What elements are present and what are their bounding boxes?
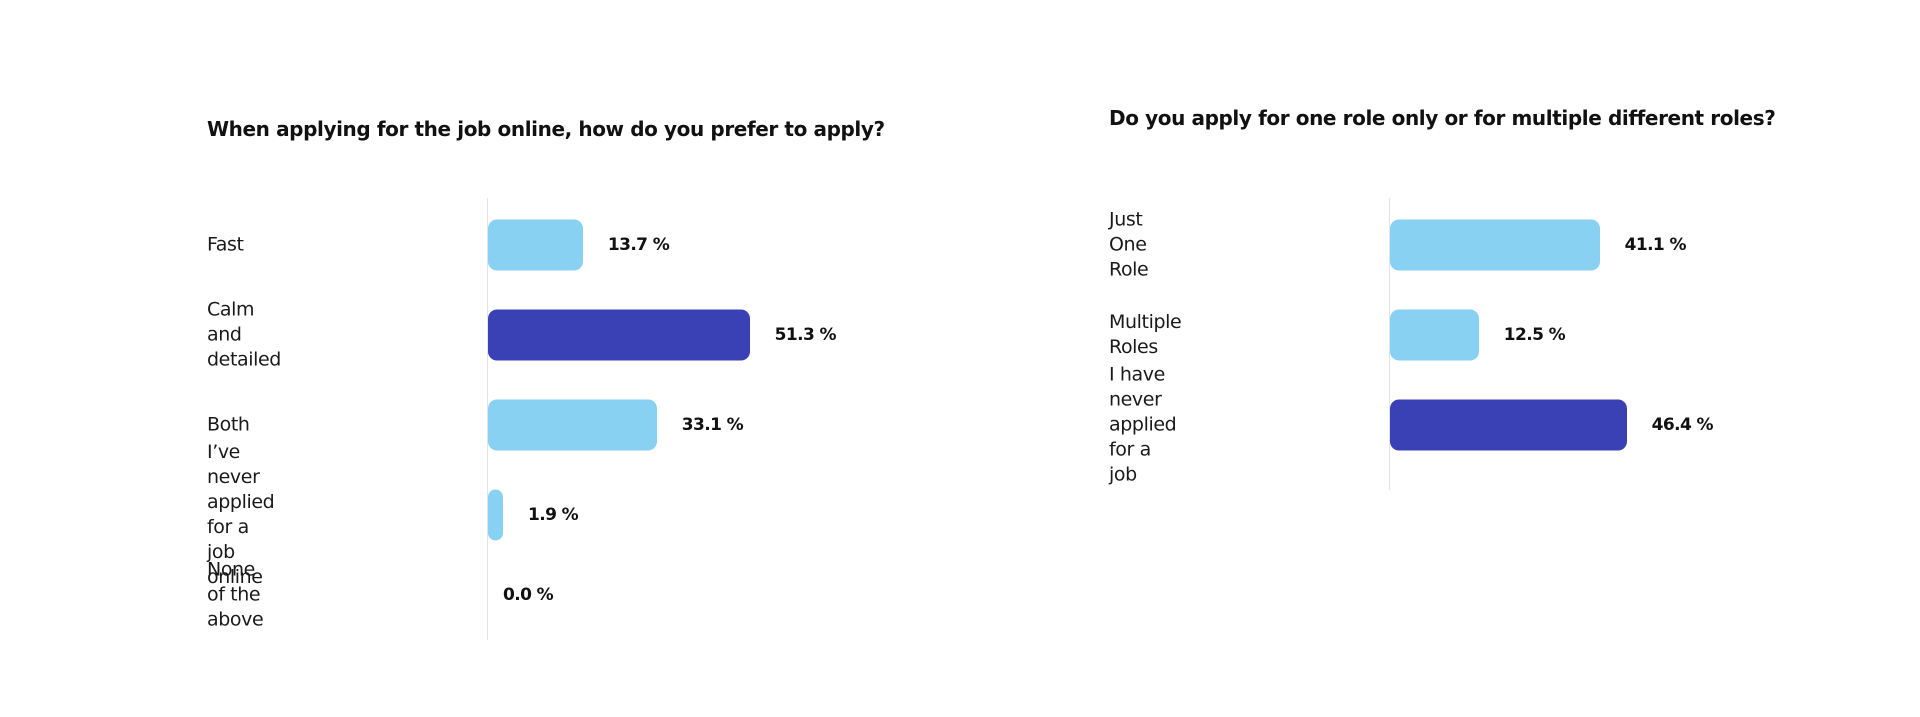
bar xyxy=(488,489,503,541)
bar xyxy=(488,219,583,271)
bar xyxy=(488,309,750,361)
value-label: 51.3 % xyxy=(774,325,837,345)
value-label: 1.9 % xyxy=(528,505,579,525)
bar xyxy=(1390,219,1600,271)
value-label: 0.0 % xyxy=(503,585,554,605)
category-label: I have never applied for a job xyxy=(1109,363,1177,486)
value-label: 46.4 % xyxy=(1651,415,1714,435)
value-label: 13.7 % xyxy=(607,235,670,255)
category-label: Multiple Roles xyxy=(1109,311,1182,358)
category-label: Both xyxy=(207,413,250,436)
category-label: Just One Role xyxy=(1109,208,1149,281)
value-label: 12.5 % xyxy=(1503,325,1566,345)
category-label: Fast xyxy=(207,233,244,256)
bar xyxy=(1390,399,1627,451)
value-label: 33.1 % xyxy=(681,415,744,435)
chart-title: When applying for the job online, how do… xyxy=(207,117,885,141)
category-label: Calm and detailed xyxy=(207,298,281,371)
bar xyxy=(488,399,657,451)
bar xyxy=(1390,309,1479,361)
value-label: 41.1 % xyxy=(1624,235,1687,255)
category-label: None of the above xyxy=(207,558,264,631)
chart-title: Do you apply for one role only or for mu… xyxy=(1109,106,1776,130)
